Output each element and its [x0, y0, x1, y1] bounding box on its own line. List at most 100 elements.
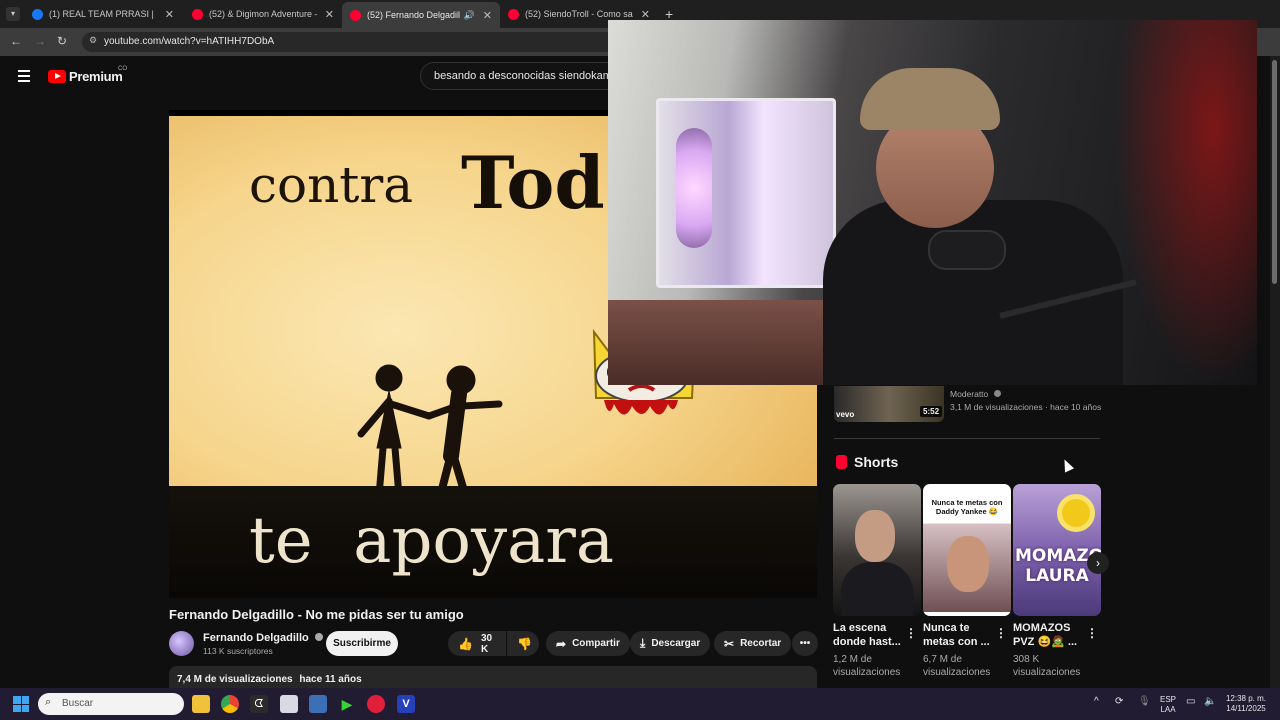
calculator-icon[interactable] — [309, 695, 327, 713]
short-title-2[interactable]: Nunca te metas con ... — [923, 621, 995, 649]
thumbs-down-icon: 👎 — [517, 636, 532, 651]
frame-text-contra: contra — [249, 156, 414, 214]
download-icon: ⤓ — [640, 636, 646, 650]
clip-label: Recortar — [740, 638, 782, 649]
share-label: Compartir — [572, 638, 620, 649]
tab-digimon[interactable]: (52) & Digimon Adventure — B ✕ — [184, 4, 342, 24]
like-count: 30 K — [480, 632, 493, 655]
url-field[interactable]: ⚙ youtube.com/watch?v=hATIHH7DObA — [82, 32, 682, 52]
clock-date: 14/11/2025 — [1226, 704, 1266, 713]
share-button[interactable]: ➦ Compartir — [546, 631, 630, 656]
tab-title: (1) REAL TEAM PRRASI | Facebo — [49, 9, 157, 19]
close-tab-icon[interactable]: ✕ — [483, 9, 492, 22]
language-indicator[interactable]: ESP LAA — [1160, 695, 1176, 715]
opera-icon[interactable] — [367, 695, 385, 713]
close-tab-icon[interactable]: ✕ — [165, 8, 174, 21]
two-people-figure — [357, 364, 503, 505]
file-explorer-icon[interactable] — [192, 695, 210, 713]
tab-facebook[interactable]: (1) REAL TEAM PRRASI | Facebo ✕ — [24, 4, 182, 24]
microphone-icon[interactable]: 🎙 — [1138, 697, 1151, 707]
scrollbar-thumb[interactable] — [1272, 60, 1277, 284]
youtube-icon — [350, 9, 361, 21]
short-2-caption: Nunca te metas con Daddy Yankee 😂 — [931, 498, 1003, 516]
channel-avatar[interactable] — [169, 631, 194, 656]
video-frame-bottom: te apoyara — [169, 486, 817, 598]
file-app-icon[interactable] — [280, 695, 298, 713]
description-box[interactable]: 7,4 M de visualizaciones hace 11 años — [169, 666, 817, 690]
premium-logo-text[interactable]: Premium — [69, 69, 123, 84]
subscribe-button[interactable]: Suscribirme — [326, 631, 398, 656]
thumbs-up-icon: 👍 — [458, 636, 473, 651]
close-tab-icon[interactable]: ✕ — [641, 8, 650, 21]
volume-icon[interactable]: 🔈 — [1204, 697, 1216, 707]
country-code: CO — [118, 66, 127, 72]
microphone — [928, 230, 1006, 270]
back-icon[interactable]: ← — [10, 34, 22, 48]
short-title-3[interactable]: MOMAZOS PVZ 😆🧟 ... — [1013, 621, 1085, 649]
windows-start-icon[interactable] — [13, 696, 29, 712]
frame-text-apoyara: te apoyara — [249, 504, 614, 578]
language-layout: LAA — [1160, 705, 1176, 714]
short-2-face — [947, 536, 989, 592]
youtube-icon — [508, 8, 519, 20]
youtube-icon — [192, 8, 203, 20]
clip-button[interactable]: ✂ Recortar — [714, 631, 792, 656]
short-3-caption: MOMAZO LAURA — [1015, 546, 1101, 586]
short-menu-icon-2[interactable]: ⋮ — [995, 626, 1007, 640]
shorts-next-button[interactable]: › — [1087, 552, 1109, 574]
search-input[interactable]: besando a desconocidas siendokam — [420, 62, 620, 90]
tab-list-dropdown[interactable]: ▾ — [6, 7, 20, 21]
led-glow — [1113, 20, 1257, 385]
taskbar-search[interactable]: ⌕ Buscar — [38, 693, 184, 715]
shorts-icon — [836, 455, 847, 469]
pc-fan-glow — [676, 128, 712, 248]
download-button[interactable]: ⤓ Descargar — [630, 631, 711, 656]
facebook-icon — [32, 8, 43, 20]
more-actions-button[interactable]: ••• — [792, 631, 818, 656]
tab-fernando-delgadillo[interactable]: (52) Fernando Delgadillo - N 🔊 ✕ — [342, 2, 500, 28]
dislike-button[interactable]: 👎 — [507, 631, 539, 656]
short-thumbnail-3[interactable]: MOMAZO LAURA — [1013, 484, 1101, 616]
short-menu-icon-3[interactable]: ⋮ — [1086, 626, 1098, 640]
related-video-channel[interactable]: Moderatto — [950, 389, 1001, 399]
tab-title: (52) & Digimon Adventure — B — [209, 9, 317, 19]
verified-icon — [314, 633, 323, 641]
short-views-3: 308 K visualizaciones — [1013, 654, 1081, 678]
sync-icon[interactable]: ⟳ — [1115, 697, 1123, 707]
menu-icon[interactable] — [18, 70, 30, 82]
short-1-face — [855, 510, 895, 562]
frame-text-todos: Tod — [461, 140, 605, 225]
clock-time: 12:38 p. m. — [1225, 694, 1267, 703]
scissors-icon: ✂ — [724, 636, 735, 651]
like-button[interactable]: 👍 30 K — [448, 631, 506, 656]
view-count: 7,4 M de visualizaciones — [177, 674, 293, 685]
site-info-icon[interactable]: ⚙ — [89, 35, 97, 46]
video-duration: 5:52 — [920, 406, 943, 417]
youtube-logo-icon[interactable] — [48, 70, 66, 83]
share-icon: ➦ — [556, 636, 567, 651]
speaker-icon[interactable]: 🔊 — [464, 10, 475, 21]
streamer-cap — [860, 68, 1000, 130]
chrome-icon[interactable] — [221, 695, 239, 713]
taskbar-search-placeholder: Buscar — [62, 698, 94, 709]
short-thumbnail-2[interactable]: Nunca te metas con Daddy Yankee 😂 — [923, 484, 1011, 616]
close-tab-icon[interactable]: ✕ — [325, 8, 334, 21]
webcam-overlay — [608, 20, 1257, 385]
channel-name[interactable]: Fernando Delgadillo — [203, 632, 323, 644]
app-icon-c[interactable]: ᗧ — [250, 695, 268, 713]
short-3-sunflower — [1057, 494, 1095, 532]
play-app-icon[interactable]: ▶ — [338, 695, 356, 713]
show-hidden-icons[interactable]: ^ — [1094, 697, 1099, 707]
url-text: youtube.com/watch?v=hATIHH7DObA — [104, 36, 275, 47]
related-video-meta: 3,1 M de visualizaciones · hace 10 años — [950, 402, 1102, 412]
vegas-icon[interactable]: V — [397, 695, 415, 713]
video-title: Fernando Delgadillo - No me pidas ser tu… — [169, 607, 464, 622]
short-thumbnail-1[interactable] — [833, 484, 921, 616]
network-icon[interactable]: ▭ — [1186, 697, 1195, 707]
reload-icon[interactable]: ↻ — [57, 34, 67, 48]
clock[interactable]: 12:38 p. m. 14/11/2025 — [1222, 694, 1270, 714]
vevo-brand: vevo — [836, 410, 855, 419]
short-title-1[interactable]: La escena donde hast... — [833, 621, 905, 649]
forward-icon[interactable]: → — [34, 34, 46, 48]
short-menu-icon-1[interactable]: ⋮ — [905, 626, 917, 640]
